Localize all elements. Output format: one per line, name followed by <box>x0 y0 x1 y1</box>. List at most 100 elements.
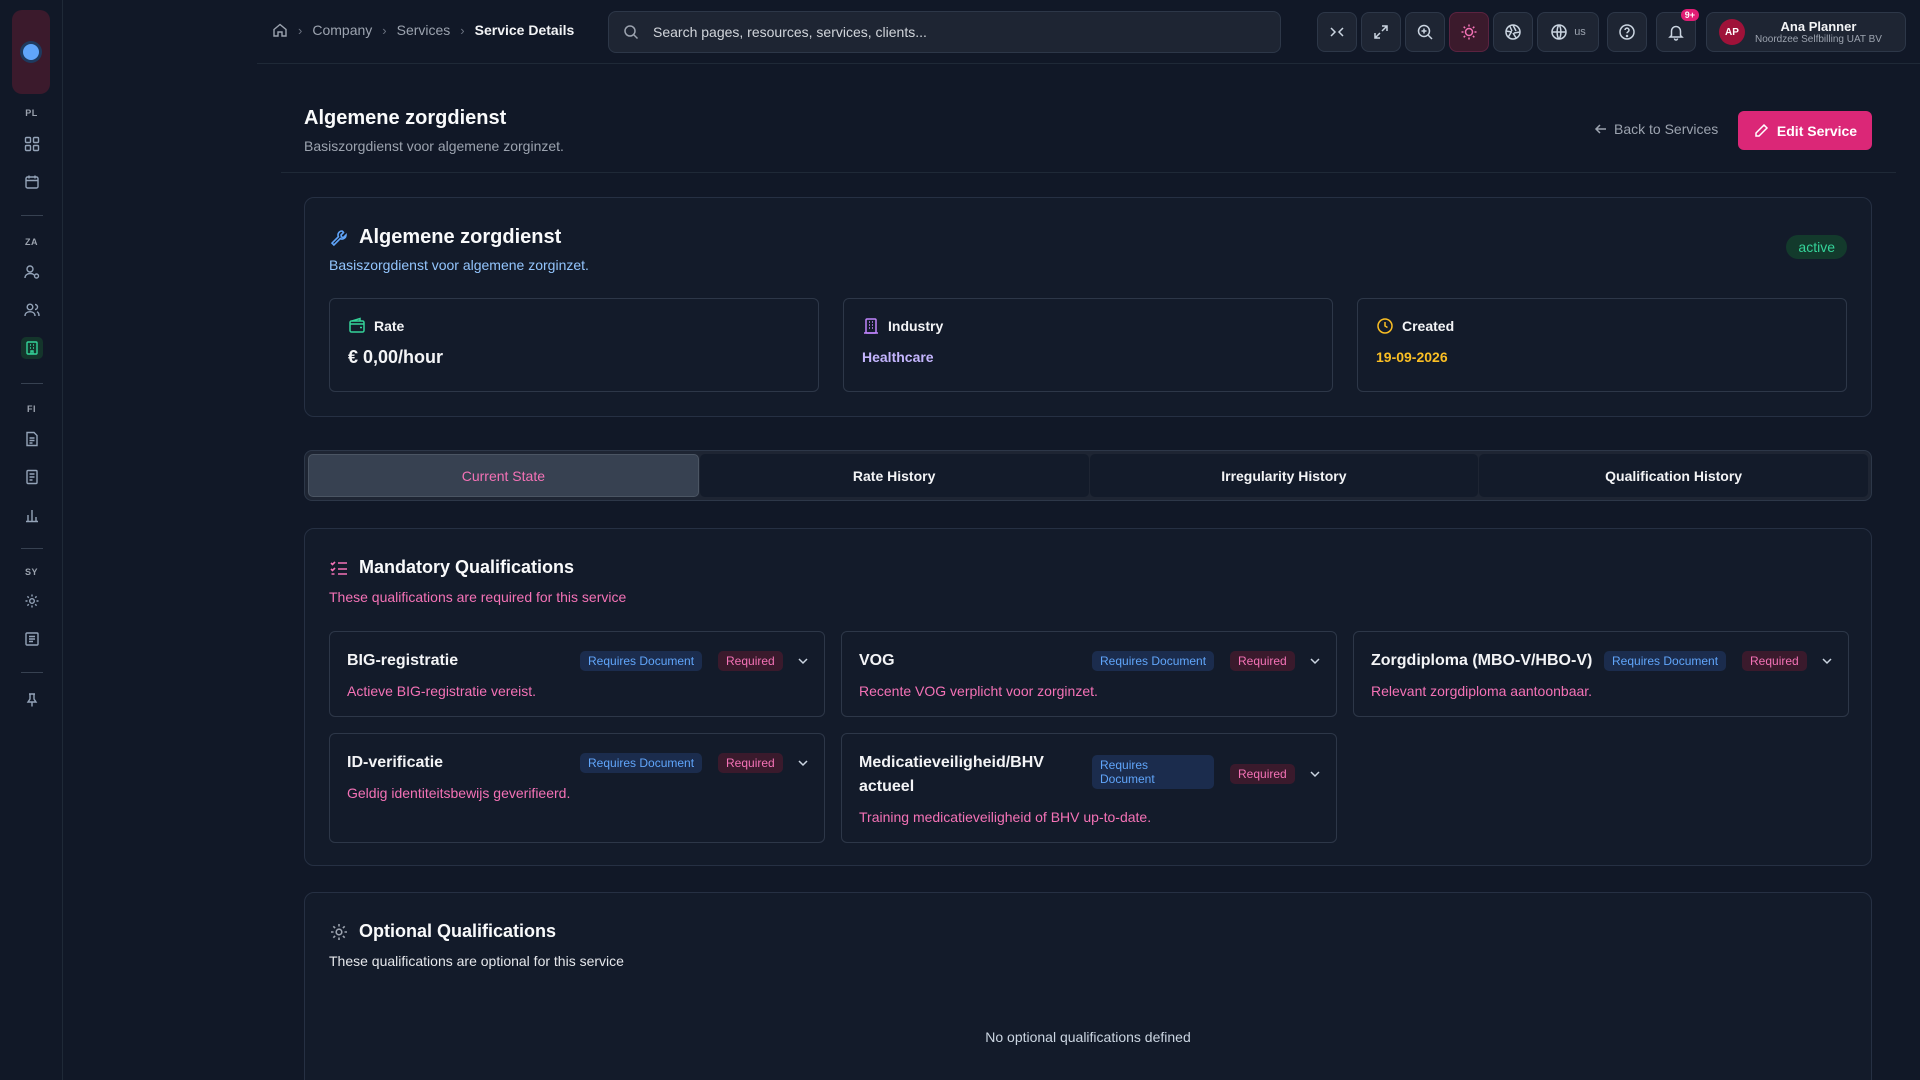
breadcrumb-services[interactable]: Services <box>397 22 451 38</box>
chevron-down-icon[interactable] <box>1820 654 1834 668</box>
pin-icon[interactable] <box>21 689 43 711</box>
sidebar: PL ZA FI SY <box>0 0 63 1080</box>
language-button[interactable]: us <box>1537 12 1599 52</box>
qualification-name: VOG <box>859 652 895 669</box>
page-subtitle: Basiszorgdienst voor algemene zorginzet. <box>304 138 564 154</box>
mandatory-title-text: Mandatory Qualifications <box>359 557 575 577</box>
created-box: Created 19-09-2026 <box>1357 298 1847 392</box>
app-logo[interactable] <box>12 10 50 94</box>
search-bar[interactable] <box>608 11 1281 53</box>
requires-document-badge: Requires Document <box>580 651 703 671</box>
requires-document-badge: Requires Document <box>580 753 703 773</box>
qualification-item[interactable]: Medicatieveiligheid/BHV actueel Requires… <box>841 733 1337 843</box>
industry-header: Industry <box>862 317 943 335</box>
globe-icon <box>1551 24 1567 40</box>
empty-state-message: No optional qualifications defined <box>985 1029 1191 1045</box>
topbar: › Company › Services › Service Details u… <box>257 0 1920 64</box>
clock-icon <box>1377 318 1393 334</box>
chevron-down-icon[interactable] <box>796 654 810 668</box>
gear-icon <box>331 923 347 940</box>
user-name: Ana Planner <box>1780 19 1857 34</box>
breadcrumb-separator: › <box>382 22 387 38</box>
qualification-description: Recente VOG verplicht voor zorginzet. <box>859 683 1098 699</box>
invoice-icon[interactable] <box>21 466 43 488</box>
qualification-name: BIG-registratie <box>347 652 459 669</box>
service-card: Algemene zorgdienst Basiszorgdienst voor… <box>304 197 1872 417</box>
requires-document-badge: Requires Document <box>1092 651 1215 671</box>
wrench-icon <box>330 229 347 246</box>
bell-icon <box>1668 25 1684 41</box>
mandatory-qualifications-card: Mandatory Qualifications These qualifica… <box>304 528 1872 866</box>
checklist-icon <box>330 560 347 575</box>
required-badge: Required <box>1230 764 1295 784</box>
created-label: Created <box>1402 318 1455 334</box>
notifications-button[interactable]: 9+ <box>1656 9 1699 52</box>
tab-rate-history[interactable]: Rate History <box>699 454 1089 497</box>
edit-service-label: Edit Service <box>1776 122 1858 139</box>
qualification-item[interactable]: BIG-registratie Requires Document Requir… <box>329 631 825 717</box>
tab-irregularity-history[interactable]: Irregularity History <box>1089 454 1479 497</box>
back-to-services-link[interactable]: Back to Services <box>1594 121 1718 137</box>
industry-label: Industry <box>888 318 944 334</box>
arrow-left-icon <box>1594 124 1606 134</box>
chevron-down-icon[interactable] <box>1308 654 1322 668</box>
breadcrumb-company[interactable]: Company <box>312 22 372 38</box>
back-link-label: Back to Services <box>1614 121 1719 137</box>
home-icon[interactable] <box>272 22 288 38</box>
collapse-sidebar-button[interactable] <box>1317 12 1357 52</box>
breadcrumb-current: Service Details <box>474 22 575 38</box>
created-value: 19-09-2026 <box>1376 349 1448 365</box>
header-divider <box>281 172 1896 173</box>
user-settings-icon[interactable] <box>21 261 43 283</box>
help-button[interactable] <box>1607 12 1647 52</box>
zoom-button[interactable] <box>1405 12 1445 52</box>
industry-box: Industry Healthcare <box>843 298 1333 392</box>
fullscreen-button[interactable] <box>1361 12 1401 52</box>
breadcrumb-separator: › <box>298 22 303 38</box>
qualification-description: Relevant zorgdiploma aantoonbaar. <box>1371 683 1593 699</box>
logo-icon <box>23 44 39 60</box>
qualification-description: Geldig identiteitsbewijs geverifieerd. <box>347 785 571 801</box>
optional-subtitle: These qualifications are optional for th… <box>329 953 624 969</box>
aperture-button[interactable] <box>1493 12 1533 52</box>
qualification-name: ID-verificatie <box>347 754 444 771</box>
optional-qualifications-card: Optional Qualifications These qualificat… <box>304 892 1872 1080</box>
optional-title-text: Optional Qualifications <box>359 921 557 941</box>
required-badge: Required <box>718 753 783 773</box>
mandatory-subtitle: These qualifications are required for th… <box>329 589 627 605</box>
file-text-icon[interactable] <box>21 428 43 450</box>
wallet-icon <box>349 317 365 333</box>
rate-header: Rate <box>348 317 404 335</box>
building-icon[interactable] <box>21 337 43 359</box>
qualification-item[interactable]: VOG Requires Document Required Recente V… <box>841 631 1337 717</box>
calendar-icon[interactable] <box>21 171 43 193</box>
logs-icon[interactable] <box>21 628 43 650</box>
edit-service-button[interactable]: Edit Service <box>1738 111 1872 150</box>
dashboard-icon[interactable] <box>21 133 43 155</box>
sidebar-divider <box>21 548 43 549</box>
users-icon[interactable] <box>21 299 43 321</box>
requires-document-badge: Requires Document <box>1604 651 1727 671</box>
required-badge: Required <box>718 651 783 671</box>
tab-bar: Current State Rate History Irregularity … <box>304 450 1872 501</box>
bar-chart-icon[interactable] <box>21 504 43 526</box>
qualification-description: Actieve BIG-registratie vereist. <box>347 683 537 699</box>
tab-current-state[interactable]: Current State <box>308 454 699 497</box>
chevron-down-icon[interactable] <box>796 756 810 770</box>
required-badge: Required <box>1230 651 1295 671</box>
service-name: Algemene zorgdienst <box>359 226 562 248</box>
qualification-item[interactable]: ID-verificatie Requires Document Require… <box>329 733 825 843</box>
chevron-down-icon[interactable] <box>1308 767 1322 781</box>
service-title: Algemene zorgdienst <box>329 226 561 249</box>
user-menu[interactable]: AP Ana Planner Noordzee Selfbilling UAT … <box>1706 12 1906 52</box>
sidebar-section-label: PL <box>25 108 38 118</box>
tab-qualification-history[interactable]: Qualification History <box>1479 454 1868 497</box>
gear-icon[interactable] <box>21 590 43 612</box>
rate-label: Rate <box>374 318 405 334</box>
avatar: AP <box>1719 19 1745 45</box>
language-code: us <box>1574 26 1586 38</box>
qualification-item[interactable]: Zorgdiploma (MBO-V/HBO-V) Requires Docum… <box>1353 631 1849 717</box>
theme-toggle-button[interactable] <box>1449 12 1489 52</box>
status-badge: active <box>1786 235 1847 259</box>
search-input[interactable] <box>653 24 1213 40</box>
